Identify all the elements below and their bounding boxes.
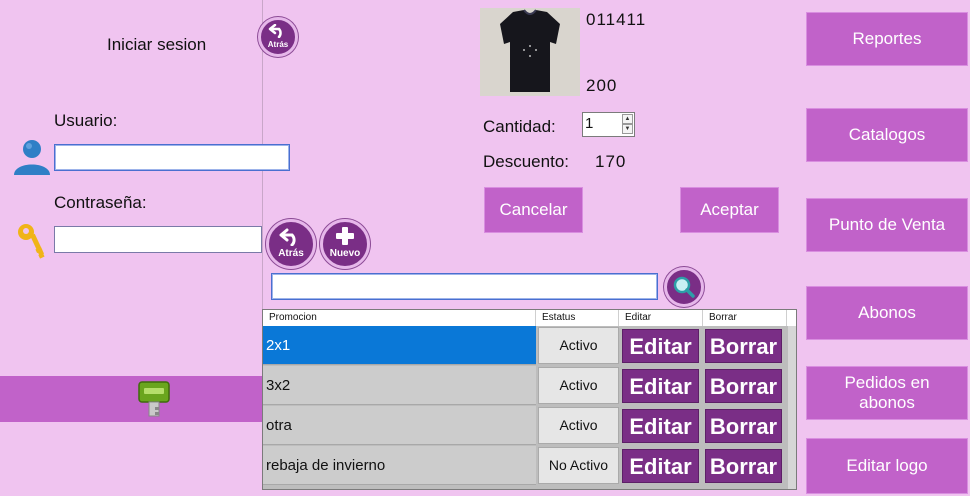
password-input[interactable] [54,226,262,253]
new-button[interactable]: Nuevo [320,219,370,269]
search-icon [673,276,695,298]
plus-icon [336,227,354,245]
cell-estatus: No Activo [538,447,619,484]
cell-promocion[interactable]: 2x1 [263,326,536,365]
search-input[interactable] [271,273,658,300]
table-row[interactable]: rebaja de invierno No Activo Editar Borr… [263,446,796,486]
cell-estatus: Activo [538,407,619,444]
back-button-top[interactable]: Atrás [258,17,298,57]
chevron-up-icon[interactable]: ▲ [622,114,633,124]
sidebar-item-punto-de-venta[interactable]: Punto de Venta [806,198,968,252]
key-icon [18,224,45,259]
undo-arrow-icon [279,228,296,246]
product-code: 011411 [586,10,647,29]
shirt-icon [480,8,580,96]
table-header: Promocion Estatus Editar Borrar [263,310,796,326]
chevron-down-icon[interactable]: ▼ [622,124,633,134]
header-editar[interactable]: Editar [619,310,703,326]
table-row[interactable]: 3x2 Activo Editar Borrar [263,366,796,406]
header-promocion[interactable]: Promocion [263,310,536,326]
new-button-label: Nuevo [329,248,361,259]
user-icon [14,140,50,175]
quantity-stepper[interactable]: 1 ▲ ▼ [582,112,635,137]
back-button[interactable]: Atrás [266,219,316,269]
cell-promocion[interactable]: otra [263,406,536,445]
back-button-top-label: Atrás [267,40,289,49]
quantity-value: 1 [585,115,594,132]
sidebar-item-catalogos[interactable]: Catalogos [806,108,968,162]
user-input[interactable] [54,144,290,171]
product-image [480,8,580,96]
delete-button[interactable]: Borrar [705,369,782,403]
discount-value: 170 [595,152,627,171]
edit-button[interactable]: Editar [622,369,699,403]
cell-promocion[interactable]: rebaja de invierno [263,446,536,485]
back-button-label: Atrás [278,248,304,259]
sidebar-item-abonos[interactable]: Abonos [806,286,968,340]
delete-button[interactable]: Borrar [705,409,782,443]
delete-button[interactable]: Borrar [705,449,782,483]
password-label: Contraseña: [54,193,147,212]
discount-label: Descuento: [483,152,569,171]
login-key-icon[interactable] [137,380,171,418]
promotions-table: Promocion Estatus Editar Borrar 2x1 Acti… [262,309,797,490]
login-title: Iniciar sesion [107,35,207,54]
user-label: Usuario: [54,111,118,130]
cell-promocion[interactable]: 3x2 [263,366,536,405]
sidebar-item-reportes[interactable]: Reportes [806,12,968,66]
delete-button[interactable]: Borrar [705,329,782,363]
edit-button[interactable]: Editar [622,329,699,363]
sidebar-item-editar-logo[interactable]: Editar logo [806,438,968,494]
cancel-button[interactable]: Cancelar [484,187,583,233]
edit-button[interactable]: Editar [622,449,699,483]
edit-button[interactable]: Editar [622,409,699,443]
table-row[interactable]: otra Activo Editar Borrar [263,406,796,446]
table-row[interactable]: 2x1 Activo Editar Borrar [263,326,796,366]
cell-estatus: Activo [538,367,619,404]
search-button[interactable] [664,267,704,307]
undo-arrow-icon [268,24,282,38]
header-borrar[interactable]: Borrar [703,310,787,326]
sidebar-item-pedidos-en-abonos[interactable]: Pedidos en abonos [806,366,968,420]
table-scrollbar[interactable] [788,326,796,489]
product-price: 200 [586,76,618,95]
accept-button[interactable]: Aceptar [680,187,779,233]
cell-estatus: Activo [538,327,619,364]
login-footer-bar [0,376,262,422]
quantity-label: Cantidad: [483,117,556,136]
header-estatus[interactable]: Estatus [536,310,619,326]
